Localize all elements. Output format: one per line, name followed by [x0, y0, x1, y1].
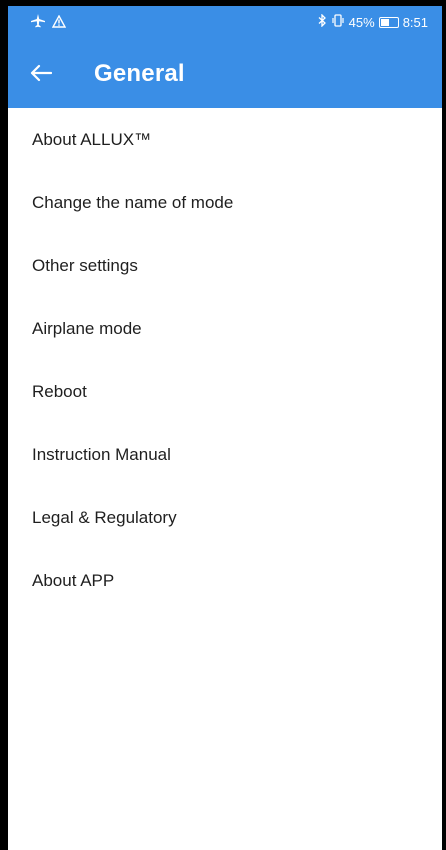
- status-bar: 45% 8:51: [8, 6, 442, 38]
- menu-item-about-app[interactable]: About APP: [8, 549, 442, 612]
- menu-item-label: Reboot: [32, 381, 87, 401]
- bluetooth-icon: [318, 13, 327, 30]
- battery-icon: [378, 16, 399, 28]
- menu-item-label: About APP: [32, 570, 115, 590]
- arrow-left-icon[interactable]: [26, 58, 56, 88]
- menu-item-label: Other settings: [32, 255, 138, 275]
- menu-item-label: Instruction Manual: [32, 444, 171, 464]
- menu-item-other-settings[interactable]: Other settings: [8, 234, 442, 297]
- battery-percent: 45%: [348, 14, 375, 30]
- menu-item-label: About ALLUX™: [32, 129, 152, 149]
- menu-item-legal-regulatory[interactable]: Legal & Regulatory: [8, 486, 442, 549]
- menu-item-label: Change the name of mode: [32, 192, 234, 212]
- app-bar: General: [8, 38, 442, 108]
- menu-item-reboot[interactable]: Reboot: [8, 360, 442, 423]
- menu-item-instruction-manual[interactable]: Instruction Manual: [8, 423, 442, 486]
- menu-item-about-allux[interactable]: About ALLUX™: [8, 108, 442, 171]
- app-screen: 45% 8:51 General About ALLUX™ Change the…: [8, 6, 442, 850]
- menu-item-airplane-mode[interactable]: Airplane mode: [8, 297, 442, 360]
- vibrate-icon: [331, 14, 345, 30]
- settings-menu: About ALLUX™ Change the name of mode Oth…: [8, 108, 442, 612]
- menu-item-change-mode-name[interactable]: Change the name of mode: [8, 171, 442, 234]
- page-title: General: [94, 60, 185, 87]
- status-time: 8:51: [402, 14, 428, 30]
- menu-item-label: Legal & Regulatory: [32, 507, 177, 527]
- device-frame: 45% 8:51 General About ALLUX™ Change the…: [0, 0, 446, 850]
- airplane-icon: [30, 14, 46, 31]
- menu-item-label: Airplane mode: [32, 318, 142, 338]
- status-left-icons: [30, 14, 67, 31]
- warning-icon: [51, 14, 67, 31]
- status-right-icons: 45% 8:51: [318, 13, 428, 30]
